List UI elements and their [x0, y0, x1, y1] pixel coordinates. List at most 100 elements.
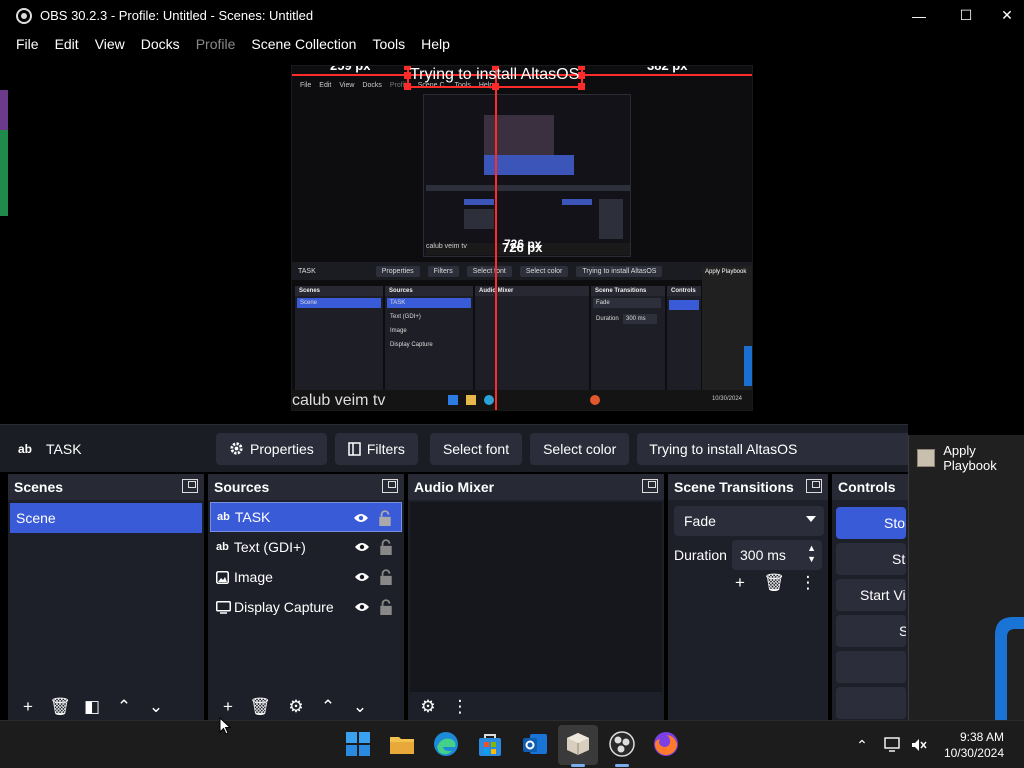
- mini-source-row: TASK: [387, 298, 471, 308]
- chevron-up-icon[interactable]: ⌃: [110, 696, 138, 718]
- menu-profile[interactable]: Profile: [188, 36, 244, 52]
- chevron-down-icon[interactable]: ⌄: [142, 696, 170, 718]
- filters-button[interactable]: Filters: [334, 432, 418, 465]
- start-virtual-camera-button[interactable]: Start Virtual Camera: [836, 579, 906, 611]
- transition-select[interactable]: Fade: [674, 506, 824, 536]
- add-icon[interactable]: +: [14, 696, 42, 718]
- trash-icon[interactable]: 🗑: [46, 696, 74, 718]
- undock-icon[interactable]: [382, 479, 398, 493]
- gear-icon[interactable]: ⚙: [282, 696, 310, 718]
- file-explorer-icon[interactable]: [389, 731, 415, 757]
- gear-icon[interactable]: ⚙: [414, 696, 442, 718]
- trash-icon[interactable]: 🗑: [760, 572, 788, 594]
- undock-icon[interactable]: [182, 479, 198, 493]
- apply-playbook-window[interactable]: Apply Playbook: [908, 435, 1024, 720]
- lock-icon[interactable]: [378, 510, 392, 526]
- select-color-button[interactable]: Select color: [530, 432, 630, 465]
- system-clock[interactable]: 9:38 AM 10/30/2024: [944, 729, 1004, 761]
- mini-menu-item: Docks: [362, 81, 382, 89]
- add-icon[interactable]: +: [726, 572, 754, 594]
- menu-docks[interactable]: Docks: [133, 36, 188, 52]
- display-tray-icon[interactable]: [884, 737, 902, 753]
- program-preview[interactable]: File Edit View Docks Profile Scene C. To…: [291, 65, 753, 411]
- add-icon[interactable]: +: [214, 696, 242, 718]
- lock-icon[interactable]: [379, 569, 393, 585]
- select-font-button[interactable]: Select font: [429, 432, 523, 465]
- eye-icon[interactable]: [354, 600, 370, 614]
- menu-edit[interactable]: Edit: [47, 36, 87, 52]
- preview-area[interactable]: File Edit View Docks Profile Scene C. To…: [0, 56, 1024, 424]
- more-options-icon[interactable]: ⋮: [794, 572, 822, 594]
- scenes-list[interactable]: Scene: [10, 502, 202, 692]
- settings-button[interactable]: [836, 651, 906, 683]
- menu-view[interactable]: View: [87, 36, 133, 52]
- preview-headline[interactable]: Trying to install AltasOS: [410, 66, 579, 84]
- windows-start-icon[interactable]: [345, 731, 371, 757]
- active-app-indicator: [571, 764, 585, 767]
- exit-button[interactable]: [836, 687, 906, 719]
- source-item[interactable]: ab Text (GDI+): [210, 532, 402, 562]
- window-title: OBS 30.2.3 - Profile: Untitled - Scenes:…: [40, 8, 314, 23]
- close-button[interactable]: ✕: [990, 0, 1024, 31]
- lock-icon[interactable]: [379, 599, 393, 615]
- mini-popup-title: Apply Playbook: [705, 269, 747, 275]
- menu-help[interactable]: Help: [413, 36, 458, 52]
- filter-icon[interactable]: ◧: [78, 696, 106, 718]
- outlook-icon[interactable]: [522, 731, 548, 757]
- source-item[interactable]: Image: [210, 562, 402, 592]
- properties-button[interactable]: Properties: [216, 432, 327, 465]
- scene-transitions-dock: Scene Transitions Fade Duration 300 ms ▲…: [668, 474, 828, 720]
- dock-title-label: Scenes: [14, 479, 64, 495]
- transform-handle[interactable]: [492, 83, 499, 90]
- mini-source-name: TASK: [298, 267, 316, 275]
- dock-title-label: Controls: [838, 479, 896, 495]
- edge-browser-icon[interactable]: [433, 731, 459, 757]
- mini-transitions-dock: Scene Transitions Fade Duration 300 ms: [591, 286, 665, 396]
- chevron-down-icon[interactable]: ⌄: [346, 696, 374, 718]
- playbook-app-icon[interactable]: [565, 731, 591, 757]
- chevron-up-icon[interactable]: ⌃: [852, 721, 872, 768]
- obs-studio-icon[interactable]: [609, 731, 635, 757]
- undock-icon[interactable]: [642, 479, 658, 493]
- mini-menu-item: Edit: [319, 81, 332, 89]
- studio-mode-button[interactable]: Studio Mode: [836, 615, 906, 647]
- audio-mixer-body: [410, 502, 662, 692]
- stop-streaming-button[interactable]: Stop Streaming: [836, 507, 906, 539]
- text-source-input[interactable]: Trying to install AltasOS: [637, 432, 908, 465]
- dock-title-scenes: Scenes: [8, 474, 204, 500]
- menu-scene-collection[interactable]: Scene Collection: [243, 36, 364, 52]
- eye-icon[interactable]: [354, 570, 370, 584]
- duration-input[interactable]: 300 ms ▲ ▼: [732, 540, 822, 570]
- menu-file[interactable]: File: [8, 36, 47, 52]
- start-recording-button[interactable]: Start Recording: [836, 543, 906, 575]
- source-item-label: TASK: [234, 509, 271, 525]
- text-source-icon: ab: [217, 511, 230, 523]
- undock-icon[interactable]: [806, 479, 822, 493]
- measure-label-bottom: 726 px: [502, 240, 543, 255]
- menu-tools[interactable]: Tools: [364, 36, 413, 52]
- firefox-icon[interactable]: [653, 731, 679, 757]
- obs-logo-icon: [16, 7, 32, 24]
- mini-toolbar-button: Filters: [427, 265, 459, 277]
- dock-title-label: Scene Transitions: [674, 479, 794, 495]
- spin-arrows-icon[interactable]: ▲ ▼: [807, 543, 816, 565]
- volume-muted-icon[interactable]: [910, 737, 928, 753]
- transform-handle[interactable]: [578, 83, 585, 90]
- source-item[interactable]: ab TASK: [210, 502, 402, 532]
- trash-icon[interactable]: 🗑: [246, 696, 274, 718]
- preview-caption: calub veim tv: [292, 392, 386, 409]
- maximize-button[interactable]: ☐: [943, 0, 989, 31]
- sources-list[interactable]: ab TASK ab Text (GDI+) Image Display Cap…: [210, 502, 402, 692]
- minimize-button[interactable]: —: [896, 0, 942, 31]
- eye-icon[interactable]: [353, 511, 369, 525]
- scene-item[interactable]: Scene: [10, 503, 202, 533]
- mini-dock-title: Scenes: [299, 288, 321, 294]
- more-options-icon[interactable]: ⋮: [446, 696, 474, 718]
- chevron-up-icon[interactable]: ⌃: [314, 696, 342, 718]
- lock-icon[interactable]: [379, 539, 393, 555]
- source-item[interactable]: Display Capture: [210, 592, 402, 622]
- transform-handle[interactable]: [404, 83, 411, 90]
- eye-icon[interactable]: [354, 540, 370, 554]
- audio-mixer-dock: Audio Mixer ⚙ ⋮: [408, 474, 664, 720]
- microsoft-store-icon[interactable]: [477, 731, 503, 757]
